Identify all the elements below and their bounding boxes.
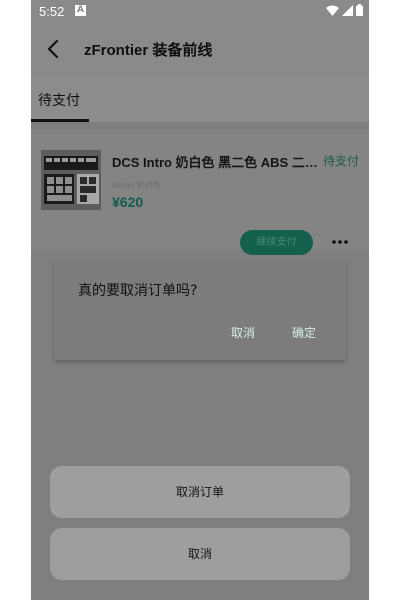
status-icons (326, 4, 363, 16)
product-title[interactable]: DCS Intro 奶白色 黑二色 ABS 二… (112, 152, 324, 171)
order-status-badge: 待支付 (323, 154, 360, 168)
app-bar: zFrontier 装备前线 (31, 24, 369, 76)
tab-bar: 待支付 (31, 76, 369, 122)
sheet-cancel-button[interactable]: 取消 (50, 528, 350, 580)
product-image[interactable] (41, 150, 101, 210)
battery-icon (356, 4, 363, 16)
back-arrow-icon[interactable] (43, 38, 65, 60)
notification-icon: A (75, 5, 86, 16)
wifi-icon (326, 5, 339, 16)
continue-payment-button[interactable]: 继续支付 (240, 230, 313, 255)
confirm-cancel-dialog: 真的要取消订单吗? 取消 确定 (54, 262, 346, 360)
page-title: zFrontier 装备前线 (84, 42, 213, 59)
cancel-order-button[interactable]: 取消订单 (50, 466, 350, 518)
status-time: 5:52 (39, 4, 65, 19)
tab-pending-payment[interactable]: 待支付 (38, 90, 80, 110)
dialog-message: 真的要取消订单吗? (78, 283, 198, 299)
dialog-confirm-button[interactable]: 确定 (292, 324, 316, 341)
product-price: ¥620 (112, 194, 144, 210)
product-variant: Beige 奶白色 (112, 181, 162, 190)
signal-icon (342, 4, 353, 16)
order-card[interactable]: DCS Intro 奶白色 黑二色 ABS 二… 待支付 Beige 奶白色 ¥… (31, 130, 369, 255)
status-bar: 5:52 A (31, 0, 369, 24)
more-dots-icon[interactable] (331, 238, 349, 246)
keycap-set-image (41, 150, 101, 210)
phone-screen: 5:52 A zFrontier 装备前线 待支付 DCS Intro 奶白色 … (31, 0, 369, 600)
dialog-cancel-button[interactable]: 取消 (231, 324, 255, 341)
